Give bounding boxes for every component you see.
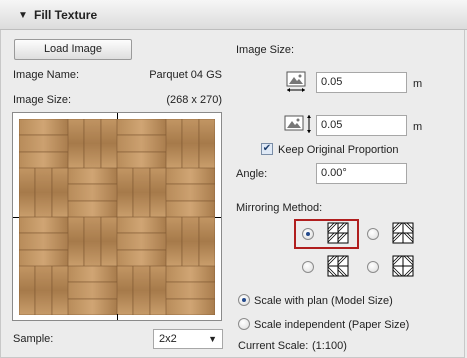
height-input[interactable]: 0.05 (316, 115, 407, 136)
scale-with-plan-label: Scale with plan (Model Size) (254, 295, 393, 307)
mirror-none-radio[interactable] (302, 228, 314, 240)
mirroring-label: Mirroring Method: (236, 202, 323, 214)
sample-select[interactable]: 2x2 ▼ (153, 329, 223, 349)
keep-proportion-checkbox[interactable]: ✔ (261, 143, 273, 155)
image-size-value: (268 x 270) (166, 94, 222, 106)
load-image-button[interactable]: Load Image (14, 39, 132, 60)
preview-tick-right (215, 217, 221, 218)
current-scale-value: (1:100) (312, 340, 347, 352)
parquet-texture-image (19, 119, 215, 315)
image-name-value: Parquet 04 GS (149, 69, 222, 81)
width-unit: m (413, 78, 423, 90)
current-scale-label: Current Scale: (238, 340, 309, 352)
preview-tick-bottom (117, 314, 118, 320)
sample-label: Sample: (13, 333, 54, 345)
width-icon (284, 70, 308, 97)
height-icon (284, 113, 314, 138)
mirror-xy-icon (392, 255, 414, 280)
fill-texture-header[interactable]: ▼ Fill Texture (0, 0, 467, 30)
scale-with-plan-radio[interactable] (238, 294, 250, 306)
collapse-arrow-icon[interactable]: ▼ (18, 10, 28, 21)
mirror-y-radio[interactable] (302, 261, 314, 273)
image-size-right-label: Image Size: (236, 44, 295, 56)
panel-title: Fill Texture (34, 8, 98, 22)
preview-tick-left (13, 217, 19, 218)
image-name-label: Image Name: (13, 69, 80, 81)
mirror-x-radio[interactable] (367, 228, 379, 240)
mirror-none-icon (327, 222, 349, 247)
image-size-label: Image Size: (13, 94, 72, 106)
mirror-x-icon (392, 222, 414, 247)
width-input[interactable]: 0.05 (316, 72, 407, 93)
sample-select-value: 2x2 (159, 333, 177, 345)
angle-input[interactable]: 0.00° (316, 163, 407, 184)
keep-proportion-label: Keep Original Proportion (278, 144, 399, 156)
mirror-y-icon (327, 255, 349, 280)
scale-independent-radio[interactable] (238, 318, 250, 330)
texture-preview (12, 112, 222, 321)
chevron-down-icon: ▼ (208, 334, 217, 344)
height-unit: m (413, 121, 423, 133)
mirror-xy-radio[interactable] (367, 261, 379, 273)
angle-label: Angle: (236, 168, 268, 180)
preview-tick-top (117, 113, 118, 119)
scale-independent-label: Scale independent (Paper Size) (254, 319, 410, 331)
